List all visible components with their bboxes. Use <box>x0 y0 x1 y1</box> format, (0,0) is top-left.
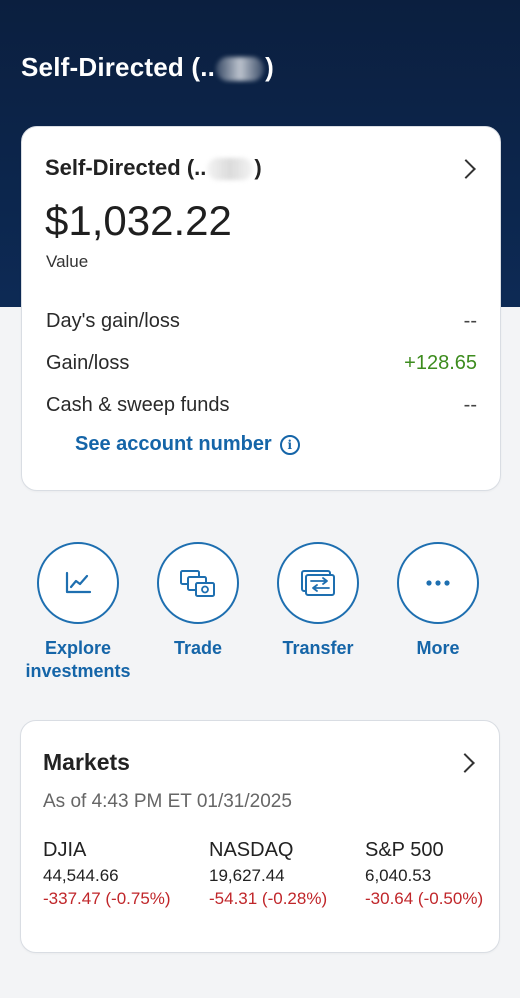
account-value-label: Value <box>46 252 89 271</box>
explore-investments-label: Explore investments <box>25 638 131 681</box>
gain-loss-row: Gain/loss +128.65 <box>46 352 477 375</box>
index-djia[interactable]: DJIA 44,544.66 -337.47 (-0.75%) <box>43 839 171 909</box>
see-account-number-link[interactable]: See account number i <box>75 433 300 456</box>
markets-title: Markets <box>43 749 130 775</box>
chevron-right-icon[interactable] <box>456 159 476 179</box>
transfer-icon <box>301 570 335 596</box>
see-account-number-label: See account number <box>75 433 272 455</box>
account-value: $1,032.22 <box>45 197 232 244</box>
gain-loss-label: Gain/loss <box>46 352 130 374</box>
explore-investments-circle[interactable] <box>37 542 119 624</box>
index-change: -54.31 (-0.28%) <box>209 889 328 908</box>
index-sp500[interactable]: S&P 500 6,040.53 -30.64 (-0.50%) <box>365 839 483 909</box>
more-circle[interactable] <box>397 542 479 624</box>
account-summary-card[interactable]: Self-Directed (..) $1,032.22 Value Day's… <box>21 126 501 491</box>
account-name-prefix: Self-Directed (.. <box>45 155 207 180</box>
days-gain-loss-row: Day's gain/loss -- <box>46 310 477 333</box>
account-name-suffix: ) <box>254 155 262 180</box>
trade-icon <box>180 570 215 597</box>
transfer-circle[interactable] <box>277 542 359 624</box>
trade-button[interactable]: Trade <box>133 542 263 660</box>
chart-line-icon <box>65 571 92 594</box>
account-name[interactable]: Self-Directed (..) <box>45 155 262 181</box>
redacted-account-digits <box>216 57 265 82</box>
index-value: 44,544.66 <box>43 866 119 885</box>
index-name: NASDAQ <box>209 839 294 861</box>
days-gain-loss-label: Day's gain/loss <box>46 310 180 332</box>
explore-investments-button[interactable]: Explore investments <box>13 542 143 683</box>
transfer-label: Transfer <box>282 638 354 658</box>
page-title-prefix: Self-Directed (.. <box>21 52 216 82</box>
cash-sweep-label: Cash & sweep funds <box>46 394 230 416</box>
trade-label: Trade <box>173 638 223 658</box>
index-value: 6,040.53 <box>365 866 432 885</box>
markets-timestamp: As of 4:43 PM ET 01/31/2025 <box>43 791 292 812</box>
more-dots-icon <box>426 580 450 586</box>
cash-sweep-row: Cash & sweep funds -- <box>46 394 477 417</box>
days-gain-loss-value: -- <box>463 310 477 332</box>
markets-card[interactable]: Markets As of 4:43 PM ET 01/31/2025 DJIA… <box>20 720 500 953</box>
page-title-suffix: ) <box>265 52 274 82</box>
more-button[interactable]: More <box>373 542 503 660</box>
more-label: More <box>416 638 460 658</box>
index-name: S&P 500 <box>365 839 444 861</box>
index-name: DJIA <box>43 839 87 861</box>
info-icon[interactable]: i <box>279 434 300 455</box>
index-change: -30.64 (-0.50%) <box>365 889 484 908</box>
index-change: -337.47 (-0.75%) <box>43 889 171 908</box>
chevron-right-icon[interactable] <box>455 753 475 773</box>
page-title: Self-Directed (..) <box>21 52 274 83</box>
redacted-account-digits <box>207 158 254 181</box>
index-nasdaq[interactable]: NASDAQ 19,627.44 -54.31 (-0.28%) <box>209 839 327 909</box>
cash-sweep-value: -- <box>463 394 477 416</box>
trade-circle[interactable] <box>157 542 239 624</box>
index-value: 19,627.44 <box>209 866 285 885</box>
transfer-button[interactable]: Transfer <box>253 542 383 660</box>
gain-loss-value: +128.65 <box>404 352 477 374</box>
